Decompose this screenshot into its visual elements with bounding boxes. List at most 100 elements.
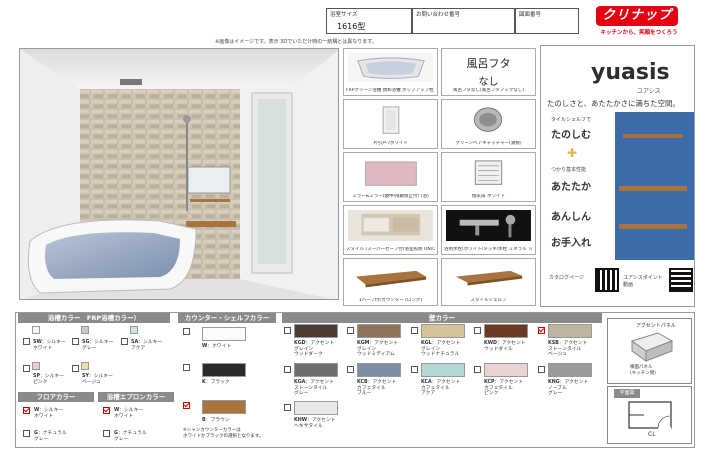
wall-color-kgm-label: KGM：アクセント グレイン ウッドミディアム	[357, 341, 398, 358]
counter-color-checkbox-b[interactable]	[183, 402, 190, 409]
wall-color-swatch-kgl	[421, 324, 465, 338]
floor-color-w-code: W	[34, 408, 40, 413]
floor-plan-code: CL	[648, 431, 656, 438]
wall-color-swatch-kcp	[484, 363, 528, 377]
wall-color-swatch-khw	[294, 401, 338, 415]
floor-plan-box: 平面図 CL	[607, 386, 692, 444]
wall-color-checkbox-kca[interactable]	[411, 366, 418, 373]
thumb-lighting[interactable]: スタイル (スーパーセーフ付/浴室照明 ON/OFF) (有)	[343, 205, 438, 255]
thumb-counter[interactable]: 1ハーフ付(カウンター (ロング)	[343, 258, 438, 306]
wall-color-swatch-kwd	[484, 324, 528, 338]
options-frame	[15, 312, 695, 448]
tub-color-sa-label: SA：シルキー アクア	[131, 340, 163, 351]
wall-color-kga-code: KGA	[294, 380, 306, 385]
apron-color-header: 浴槽エプロンカラー	[98, 392, 174, 402]
wall-color-checkbox-kgm[interactable]	[347, 327, 354, 334]
wall-color-checkbox-khw[interactable]	[284, 404, 291, 411]
counter-color-checkbox-w[interactable]	[183, 328, 190, 335]
fan-image	[446, 157, 531, 189]
floor-color-checkbox-g[interactable]	[23, 430, 30, 437]
cleanup-logo: クリナップ	[596, 6, 678, 26]
thumb-fan[interactable]: 換気扇 ホワイト	[441, 152, 536, 202]
wall-color-khw-label: KHW：アクセント ヘキサタイル	[294, 418, 336, 429]
apron-color-checkbox-g[interactable]	[103, 430, 110, 437]
counter-image	[348, 263, 433, 293]
thumb-caption: スタイル (スーパーセーフ付/浴室照明 ON/OFF) (有)	[346, 247, 435, 252]
bathroom-preview-image	[19, 48, 339, 300]
floor-color-w-label: W：シルキー ホワイト	[34, 408, 64, 419]
bath-lid-value: なし	[478, 77, 499, 88]
thumb-door[interactable]: 片引戸 /ホワイト	[343, 99, 438, 149]
floor-color-g-name: ナチュラル グレー	[34, 431, 67, 442]
bath-size-label: 浴室サイズ	[330, 12, 358, 18]
accent-panel-caption: 横面パネル (キッチン側)	[630, 365, 657, 376]
apron-color-checkbox-w[interactable]	[103, 407, 110, 414]
thumb-shelf[interactable]: スタイルシェルフ	[441, 258, 536, 306]
wall-color-checkbox-kga[interactable]	[284, 366, 291, 373]
wall-color-kng-code: KNG	[548, 380, 560, 385]
tub-color-swatch-sy	[81, 362, 89, 370]
wall-color-kgl-code: KGL	[421, 341, 432, 346]
wall-color-kcb-label: KCB：アクセント カフェタイル ブルー	[357, 380, 397, 397]
mirror-image	[348, 157, 433, 189]
wall-color-kcb-code: KCB	[357, 380, 368, 385]
bath-lid-panel[interactable]: 風呂フタ なし 風呂フタなし(風呂フタフックなし)	[441, 48, 536, 96]
ad-headline: たのしさと、あたたかさに満ちた空間。	[547, 99, 680, 108]
tub-color-checkbox-sw[interactable]	[23, 338, 30, 345]
apron-color-g-label: G：ナチュラル グレー	[114, 431, 147, 442]
thumb-mirror[interactable]: ミラー&ミラー(鏡中/飛散防止付) (浴)	[343, 152, 438, 202]
wall-color-checkbox-kgd[interactable]	[284, 327, 291, 334]
counter-color-swatch-w	[202, 327, 246, 341]
wall-color-kwd-label: KWD：アクセント ウッドダイル	[484, 341, 526, 352]
tub-color-checkbox-sy[interactable]	[72, 365, 79, 372]
apron-color-w-code: W	[114, 408, 120, 413]
thumb-tub[interactable]: FRPクリーン浴槽 親和浴槽 ポップアップ栓 /ハンドリップなし	[343, 48, 438, 96]
counter-color-b-name: ブラウン	[210, 418, 230, 423]
floor-color-checkbox-w[interactable]	[23, 407, 30, 414]
wall-color-checkbox-ksb[interactable]	[538, 327, 545, 334]
wall-color-swatch-kgm	[357, 324, 401, 338]
thumb-caption: スタイルシェルフ	[470, 298, 507, 303]
wall-color-swatch-kng	[548, 363, 592, 377]
qr-code-video[interactable]	[669, 268, 693, 292]
ad-point-1-pre: タイルシェルフで	[551, 117, 592, 123]
apron-color-w-label: W：シルキー ホワイト	[114, 408, 144, 419]
inquiry-number-label: お問い合わせ番号	[416, 12, 461, 18]
counter-color-swatch-b	[202, 400, 246, 414]
wall-color-swatch-kca	[421, 363, 465, 377]
tub-color-checkbox-sp[interactable]	[23, 365, 30, 372]
accent-panel-box: アクセントパネル 横面パネル (キッチン側)	[607, 318, 692, 384]
wall-color-kgd-code: KGD	[294, 341, 306, 346]
tub-color-sw-code: SW	[33, 340, 42, 345]
tub-color-checkbox-sg[interactable]	[72, 338, 79, 345]
floor-plan-diagram	[628, 401, 672, 429]
shelf-mid	[619, 186, 687, 191]
spec-sheet: 浴室サイズ 1616型 お問い合わせ番号 図面番号 クリナップ キッチンから、笑…	[0, 0, 710, 453]
drawing-number-box: 図面番号	[515, 8, 579, 34]
tub-color-swatch-sp	[32, 362, 40, 370]
apron-color-w-name: シルキー ホワイト	[114, 408, 144, 419]
wall-color-checkbox-kcp[interactable]	[474, 366, 481, 373]
counter-color-k-code: K	[202, 380, 206, 385]
qr-code-catalog[interactable]	[595, 268, 619, 292]
tub-color-swatch-sw	[32, 326, 40, 334]
inquiry-number-box: お問い合わせ番号	[412, 8, 515, 34]
thumb-caption: クリーンヘアキャッチャー(鉄製)	[455, 141, 522, 146]
ad-point-4: お手入れ	[551, 238, 591, 249]
tub-image	[348, 53, 433, 83]
counter-color-checkbox-k[interactable]	[183, 364, 190, 371]
wall-color-checkbox-kgl[interactable]	[411, 327, 418, 334]
wall-color-checkbox-kcb[interactable]	[347, 366, 354, 373]
floor-color-w-name: シルキー ホワイト	[34, 408, 64, 419]
wall-color-checkbox-kng[interactable]	[538, 366, 545, 373]
wall-color-kgd-label: KGD：アクセント グレイン ウッドダーク	[294, 341, 335, 358]
wall-color-checkbox-kwd[interactable]	[474, 327, 481, 334]
yuasis-logo: yuasis	[591, 60, 670, 85]
tub-color-checkbox-sa[interactable]	[121, 338, 128, 345]
wall-color-kng-label: KNG：アクセント ノーブル グレー	[548, 380, 589, 397]
thumb-hair-catcher[interactable]: クリーンヘアキャッチャー(鉄製)	[441, 99, 536, 149]
thumb-faucet[interactable]: 浴用水栓(ホワイト/メッキ/水栓 ミネラル シャワー)	[441, 205, 536, 255]
thumb-caption: 1ハーフ付(カウンター (ロング)	[358, 298, 423, 303]
counter-color-k-label: K：ブラック	[202, 380, 230, 385]
video-label: ユアシスポイント動画	[623, 275, 663, 288]
